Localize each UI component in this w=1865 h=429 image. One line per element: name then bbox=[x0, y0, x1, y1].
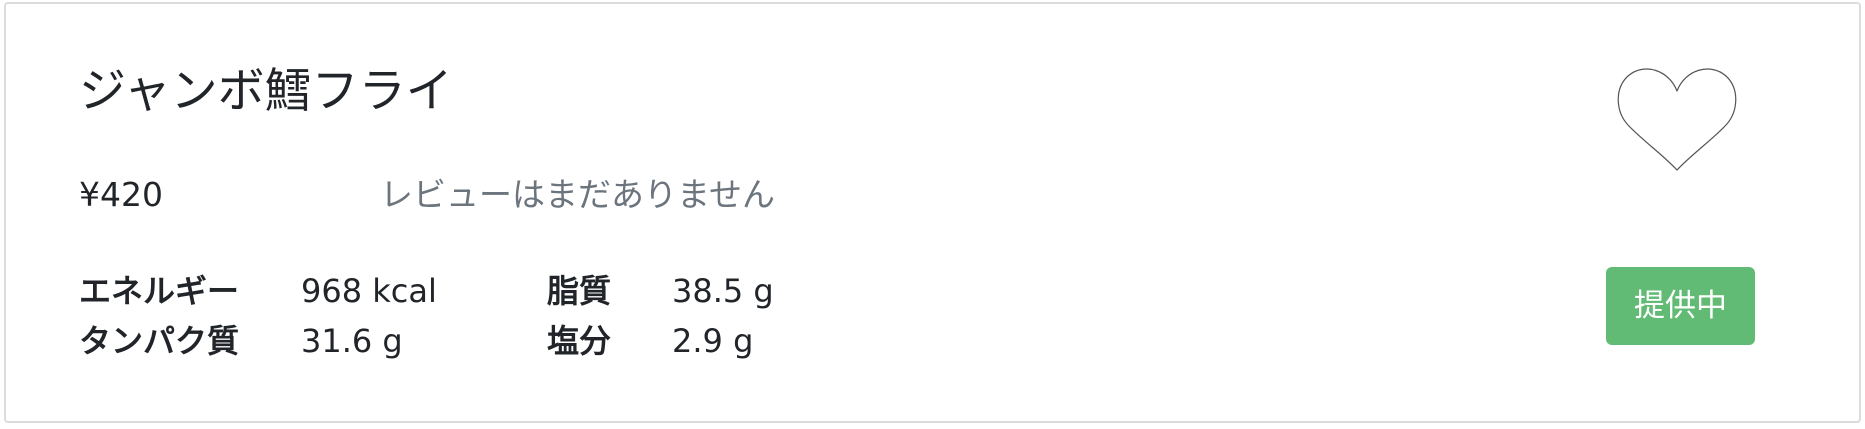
product-price: ¥420 bbox=[79, 175, 163, 214]
heart-outline-icon bbox=[1617, 68, 1737, 171]
product-card: ジャンボ鱈フライ ¥420 レビューはまだありません エネルギー 968 kca… bbox=[4, 2, 1861, 423]
nutrition-fat-value: 38.5 g bbox=[672, 272, 774, 310]
nutrition-salt-value: 2.9 g bbox=[672, 322, 754, 360]
review-status: レビューはまだありません bbox=[380, 175, 776, 214]
status-badge: 提供中 bbox=[1606, 267, 1755, 345]
nutrition-energy-label: エネルギー bbox=[79, 272, 240, 310]
nutrition-protein-value: 31.6 g bbox=[301, 322, 403, 360]
nutrition-protein-label: タンパク質 bbox=[79, 322, 240, 360]
favorite-button[interactable] bbox=[1614, 64, 1740, 174]
nutrition-fat-label: 脂質 bbox=[547, 272, 612, 310]
product-title: ジャンボ鱈フライ bbox=[79, 64, 453, 119]
nutrition-energy-value: 968 kcal bbox=[301, 272, 437, 310]
nutrition-salt-label: 塩分 bbox=[547, 322, 612, 360]
